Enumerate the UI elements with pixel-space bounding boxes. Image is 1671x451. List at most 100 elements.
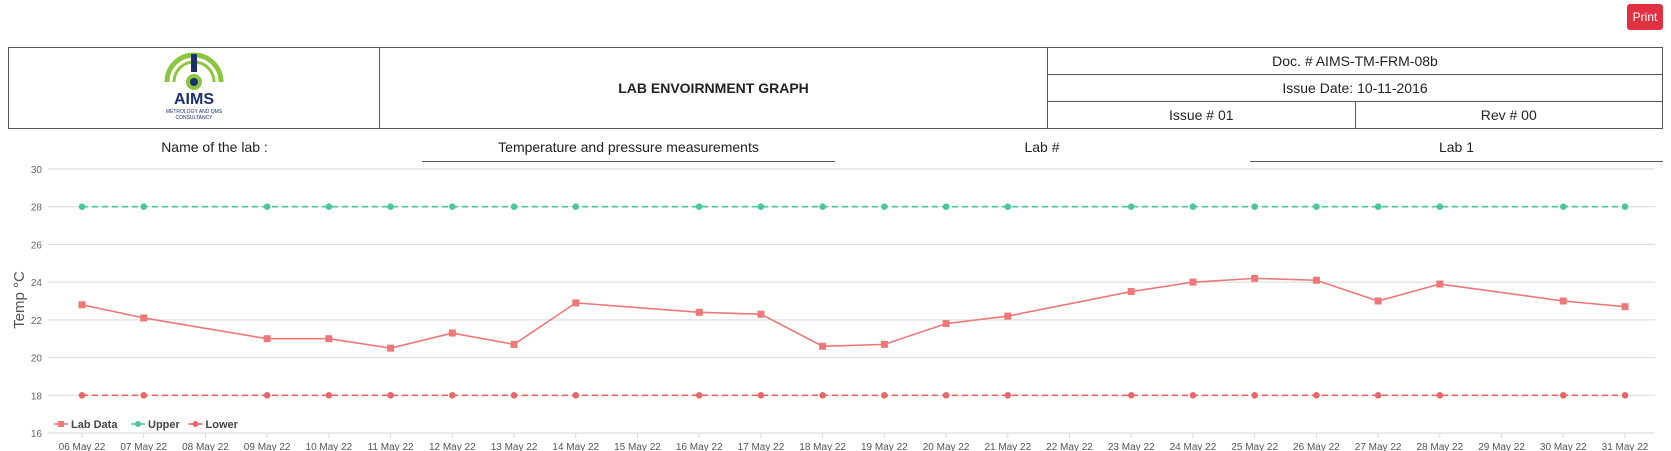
- data-point: [140, 391, 148, 399]
- x-tick-label: 27 May 22: [1355, 442, 1402, 451]
- data-point: [387, 203, 394, 211]
- x-tick-label: 20 May 22: [923, 442, 970, 451]
- x-tick-label: 30 May 22: [1540, 442, 1587, 451]
- data-point: [757, 203, 765, 211]
- data-point: [1313, 203, 1320, 211]
- y-tick-label: 18: [31, 391, 43, 402]
- data-point: [1004, 312, 1012, 320]
- x-tick-label: 25 May 22: [1231, 442, 1278, 451]
- x-tick-label: 23 May 22: [1108, 442, 1155, 451]
- data-point: [757, 310, 765, 318]
- aims-logo: AIMS METROLOGY AND QMS CONSULTANCY: [164, 52, 224, 121]
- data-point: [942, 203, 950, 211]
- data-point: [1621, 391, 1629, 399]
- x-tick-label: 14 May 22: [552, 442, 599, 451]
- x-tick-label: 11 May 22: [368, 442, 414, 451]
- data-point: [510, 391, 518, 399]
- document-header-table: AIMS METROLOGY AND QMS CONSULTANCY LAB E…: [8, 47, 1663, 129]
- data-point: [78, 301, 86, 309]
- data-point: [1313, 391, 1320, 399]
- data-point: [1436, 391, 1444, 399]
- data-point: [572, 203, 580, 211]
- data-point: [1004, 391, 1012, 399]
- doc-number: Doc. # AIMS-TM-FRM-08b: [1047, 47, 1663, 75]
- data-point: [695, 391, 703, 399]
- data-point: [1251, 203, 1258, 211]
- data-point: [1621, 303, 1629, 311]
- data-point: [263, 203, 271, 211]
- data-point: [1374, 203, 1382, 211]
- data-point: [880, 340, 888, 348]
- data-point: [1312, 276, 1320, 284]
- revision-number: Rev # 00: [1354, 101, 1663, 129]
- data-point: [78, 391, 86, 399]
- data-point: [1189, 278, 1197, 286]
- data-point: [387, 344, 395, 352]
- legend-marker: [58, 421, 64, 427]
- x-tick-label: 08 May 22: [182, 442, 229, 451]
- data-point: [1559, 203, 1567, 211]
- logo-cell: AIMS METROLOGY AND QMS CONSULTANCY: [8, 47, 380, 129]
- data-point: [263, 335, 271, 343]
- data-point: [1251, 274, 1259, 282]
- data-point: [881, 391, 888, 399]
- series-line: [81, 277, 1626, 349]
- x-tick-label: 07 May 22: [120, 442, 167, 451]
- x-tick-label: 17 May 22: [738, 442, 785, 451]
- x-tick-label: 29 May 22: [1478, 442, 1525, 451]
- x-tick-label: 24 May 22: [1170, 442, 1217, 451]
- y-axis-label: Temp °C: [11, 271, 28, 329]
- temperature-chart: 16 18 20 22 24 26 28 30 06 May 22 07 May 22 08 Ma…: [11, 165, 1655, 451]
- x-tick-label: 15 May 22: [614, 442, 661, 451]
- y-tick-label: 22: [31, 316, 43, 327]
- data-point: [942, 391, 950, 399]
- issue-number: Issue # 01: [1047, 101, 1356, 129]
- legend-marker: [135, 421, 141, 427]
- y-tick-label: 20: [31, 354, 43, 365]
- data-point: [757, 391, 765, 399]
- data-point: [140, 314, 148, 322]
- x-tick-label: 21 May 22: [984, 442, 1031, 451]
- data-point: [1559, 297, 1567, 305]
- y-axis: 16 18 20 22 24 26 28 30: [31, 165, 43, 440]
- data-point: [819, 391, 826, 399]
- chart-legend: Lab Data Upper Lower: [54, 419, 239, 431]
- data-point: [1189, 391, 1197, 399]
- data-point: [263, 391, 271, 399]
- legend-label: Lower: [206, 419, 239, 431]
- x-tick-label: 19 May 22: [861, 442, 908, 451]
- data-point: [1004, 203, 1012, 211]
- data-point: [510, 203, 518, 211]
- chart-series: [78, 203, 1629, 399]
- chart-grid: [48, 168, 1655, 434]
- x-tick-label: 18 May 22: [799, 442, 846, 451]
- data-point: [1559, 391, 1567, 399]
- x-tick-label: 12 May 22: [429, 442, 476, 451]
- svg-text:CONSULTANCY: CONSULTANCY: [175, 115, 213, 121]
- x-tick-label: 28 May 22: [1416, 442, 1463, 451]
- data-point: [1127, 288, 1135, 296]
- data-point: [1189, 203, 1197, 211]
- data-point: [1374, 391, 1382, 399]
- data-point: [448, 329, 456, 337]
- data-point: [387, 391, 394, 399]
- lab-name-label: Name of the lab :: [161, 139, 268, 155]
- x-tick-label: 10 May 22: [306, 442, 353, 451]
- issue-date: Issue Date: 10-11-2016: [1047, 74, 1663, 102]
- data-point: [942, 320, 950, 328]
- x-tick-label: 22 May 22: [1046, 442, 1093, 451]
- lab-name-value: Temperature and pressure measurements: [422, 137, 835, 162]
- data-point: [819, 203, 826, 211]
- x-tick-label: 09 May 22: [244, 442, 291, 451]
- legend-marker: [192, 421, 199, 427]
- data-point: [1251, 391, 1258, 399]
- data-point: [510, 340, 518, 348]
- data-point: [325, 391, 333, 399]
- lab-number-value: Lab 1: [1250, 137, 1663, 162]
- data-point: [695, 308, 703, 316]
- legend-label: Upper: [148, 419, 181, 431]
- svg-text:AIMS: AIMS: [174, 91, 214, 108]
- print-button[interactable]: Print: [1627, 4, 1663, 30]
- x-axis: 06 May 22 07 May 22 08 May 22 09 May 22 10 M…: [59, 433, 1649, 451]
- data-point: [1621, 203, 1629, 211]
